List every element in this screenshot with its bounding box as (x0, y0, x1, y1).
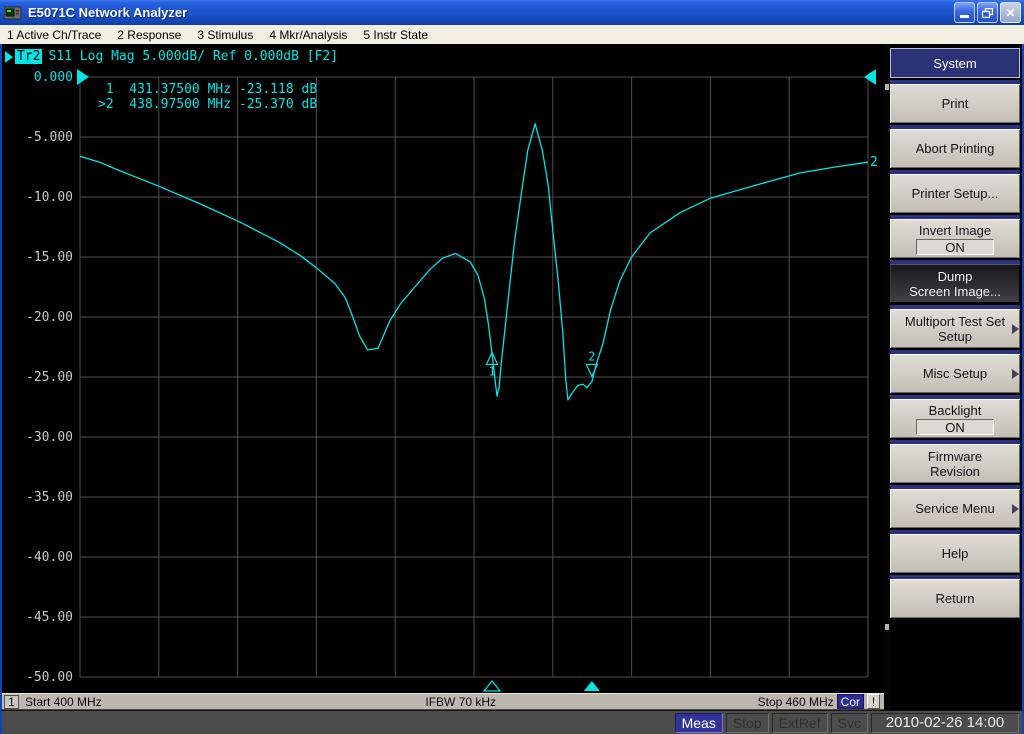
trace-chip[interactable]: Tr2 (15, 49, 43, 64)
menu-item-2-response[interactable]: 2 Response (115, 28, 189, 42)
instrument-screen: 0.000 -5.000 -10.00 -15.00 -20.00 -25.00 -30.0… (2, 44, 884, 710)
softkey-label: Multiport Test Set Setup (904, 313, 1006, 344)
softkey-label: System (933, 55, 977, 71)
trace-status-line: Tr2 S11 Log Mag 5.000dB/ Ref 0.000dB [F2… (5, 49, 338, 64)
close-button[interactable]: ✕ (1000, 2, 1021, 23)
status-task-bar: Meas Stop ExtRef Svc 2010-02-26 14:00 (0, 710, 1024, 734)
softkey-label: Print (941, 96, 969, 111)
toggle-state-field: ON (916, 418, 994, 435)
softkey-label: Printer Setup... (911, 186, 999, 201)
softkey-label: Firmware Revision (927, 448, 983, 479)
softkey-label: Abort Printing (915, 141, 995, 156)
trace-settings-text: S11 Log Mag 5.000dB/ Ref 0.000dB [F2] (48, 49, 339, 64)
minimize-icon (960, 15, 969, 18)
status-indicator-svc: Svc (830, 712, 868, 733)
marker-1-number: 1 (488, 364, 495, 378)
menu-item-1-active-ch-trace[interactable]: 1 Active Ch/Trace (5, 28, 109, 42)
ifbw-label: IFBW 70 kHz (425, 694, 497, 709)
scroll-thumb-top[interactable] (885, 84, 889, 90)
active-trace-arrow-icon (5, 50, 13, 63)
plot-area: 0.000 -5.000 -10.00 -15.00 -20.00 -25.00 -30.0… (26, 69, 878, 692)
softkey-backlight[interactable]: Backlight ON (890, 395, 1020, 438)
app-icon (4, 5, 24, 21)
restore-button[interactable] (977, 2, 998, 23)
trace-number-label: 2 (870, 155, 878, 170)
softkey-print[interactable]: Print (890, 80, 1020, 123)
y-axis-tick-label: -50.00 (26, 670, 73, 685)
ref-level-marker-right-icon[interactable] (864, 69, 876, 85)
submenu-arrow-icon (1012, 323, 1019, 334)
softkey-help[interactable]: Help (890, 530, 1020, 573)
marker-readout: 1 431.37500 MHz -23.118 dB >2 438.97500 M… (98, 82, 317, 112)
softkey-return[interactable]: Return (890, 575, 1020, 618)
stop-frequency-label: Stop 460 MHz (757, 694, 834, 709)
y-axis-tick-label: -30.00 (26, 430, 73, 445)
softkey-label: Return (935, 591, 975, 606)
softkey-abort-printing[interactable]: Abort Printing (890, 125, 1020, 168)
softkey-misc-setup[interactable]: Misc Setup (890, 350, 1020, 393)
marker-readout-line: >2 438.97500 MHz -25.370 dB (98, 97, 318, 112)
y-axis-tick-label: -5.000 (26, 130, 73, 145)
y-axis-tick-label: -10.00 (26, 190, 73, 205)
menu-bar: 1 Active Ch/Trace 2 Response 3 Stimulus 4 M… (0, 25, 1024, 44)
y-axis-tick-label: -40.00 (26, 550, 73, 565)
softkey-label: Invert Image (918, 222, 992, 238)
submenu-arrow-icon (1012, 503, 1019, 514)
status-indicator-stop: Stop (725, 712, 769, 733)
app-window: E5071C Network Analyzer ✕ 1 Active Ch/Tr… (0, 0, 1024, 734)
softkey-sidebar: System Print Abort Printing Printer Setup..… (884, 44, 1022, 710)
softkey-label: Service Menu (915, 501, 995, 516)
menu-item-3-stimulus[interactable]: 3 Stimulus (195, 28, 261, 42)
y-axis-tick-label: -25.00 (26, 370, 73, 385)
close-icon: ✕ (1005, 5, 1016, 20)
softkey-label: Help (941, 546, 969, 561)
window-title: E5071C Network Analyzer (28, 5, 188, 20)
softkey-firmware-revision[interactable]: Firmware Revision (890, 440, 1020, 483)
scroll-thumb-bottom[interactable] (885, 624, 889, 630)
status-indicator-meas: Meas (674, 712, 723, 733)
restore-icon (982, 7, 993, 18)
marker-1-stimulus-indicator-icon[interactable] (482, 680, 502, 692)
status-indicator-extref: ExtRef (771, 712, 828, 733)
marker-2-number: 2 (588, 349, 595, 363)
y-axis-tick-label: -20.00 (26, 310, 73, 325)
y-axis-tick-label: -15.00 (26, 250, 73, 265)
softkey-printer-setup[interactable]: Printer Setup... (890, 170, 1020, 213)
title-bar: E5071C Network Analyzer ✕ (0, 0, 1024, 25)
softkey-invert-image[interactable]: Invert Image ON (890, 215, 1020, 258)
channel-number-badge: 1 (4, 694, 19, 709)
softkey-multiport-test-set-setup[interactable]: Multiport Test Set Setup (890, 305, 1020, 348)
ref-level-marker-left-icon[interactable] (77, 69, 89, 85)
y-axis-tick-label: 0.000 (34, 70, 73, 85)
softkey-label: Backlight (928, 402, 982, 418)
alert-badge: ! (867, 694, 880, 709)
datetime-display: 2010-02-26 14:00 (871, 712, 1019, 733)
softkey-label: Dump Screen Image... (909, 268, 1001, 299)
toggle-state-field: ON (916, 238, 994, 255)
softkey-label: Misc Setup (922, 366, 988, 381)
main-area: 0.000 -5.000 -10.00 -15.00 -20.00 -25.00 -30.0… (0, 44, 1024, 710)
softkey-service-menu[interactable]: Service Menu (890, 485, 1020, 528)
correction-status-badge: Cor (836, 694, 864, 709)
y-axis-tick-label: -45.00 (26, 610, 73, 625)
minimize-button[interactable] (954, 2, 975, 23)
marker-readout-line: 1 431.37500 MHz -23.118 dB (98, 82, 318, 97)
softkey-system[interactable]: System (890, 48, 1020, 78)
softkey-dump-screen-image[interactable]: Dump Screen Image... (890, 260, 1020, 303)
menu-item-5-instr-state[interactable]: 5 Instr State (361, 28, 436, 42)
y-axis-tick-label: -35.00 (26, 490, 73, 505)
submenu-arrow-icon (1012, 368, 1019, 379)
marker-2-stimulus-indicator-icon[interactable] (583, 681, 600, 691)
start-frequency-label: Start 400 MHz (25, 694, 102, 709)
channel-status-bar: 1 Start 400 MHz IFBW 70 kHz Stop 460 MHz… (2, 693, 884, 710)
menu-item-4-mkr-analysis[interactable]: 4 Mkr/Analysis (267, 28, 355, 42)
